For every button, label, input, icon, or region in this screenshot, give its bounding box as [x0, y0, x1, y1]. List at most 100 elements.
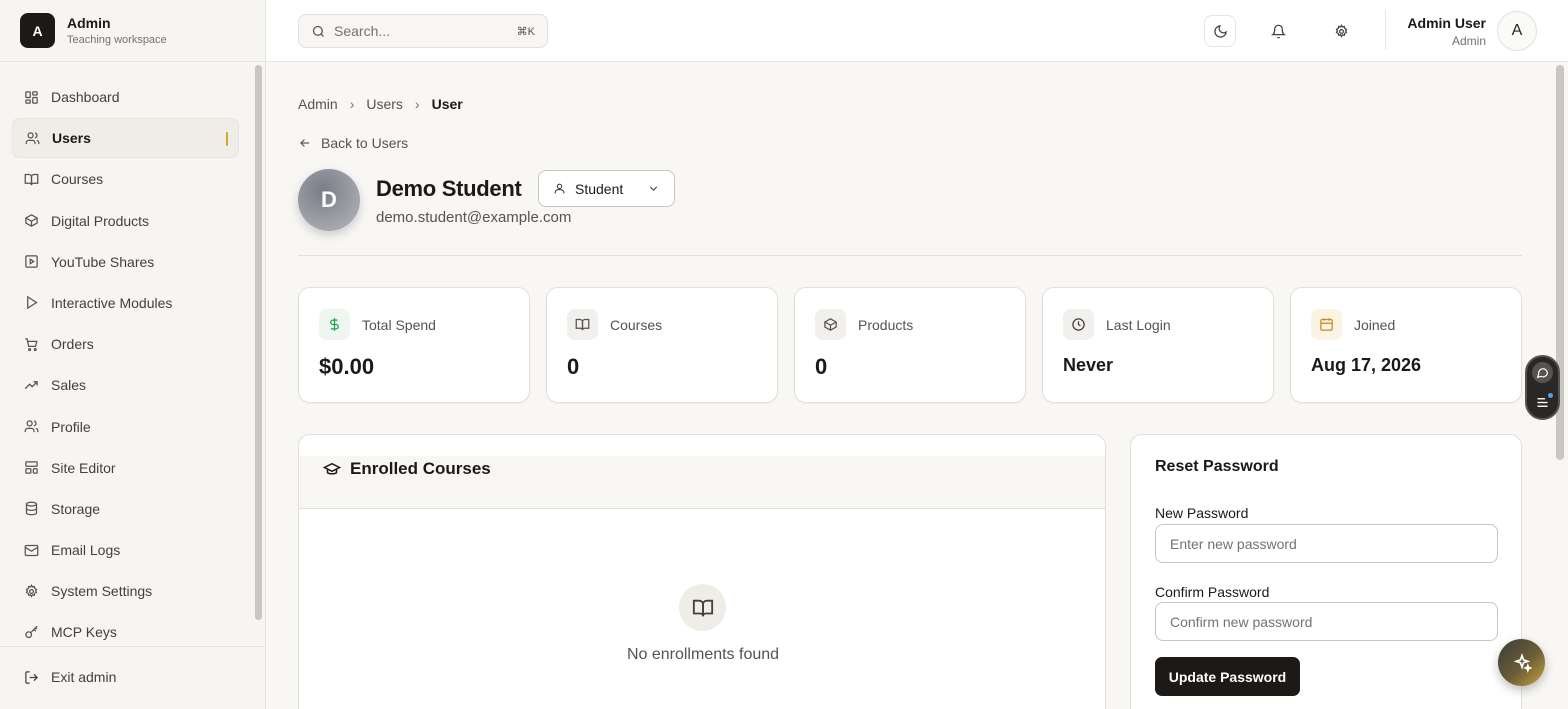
stat-value: $0.00	[319, 354, 375, 379]
arrow-left-icon	[300, 139, 310, 147]
sidebar-item-label: MCP Keys	[51, 624, 117, 641]
breadcrumb-users[interactable]: Users	[366, 96, 403, 112]
sidebar-item-users[interactable]: Users	[12, 118, 239, 159]
sidebar-item-label: Courses	[51, 171, 104, 188]
stat-card-joined: Joined Aug 17, 2026	[1290, 287, 1522, 403]
breadcrumb-admin[interactable]: Admin	[298, 96, 338, 112]
stat-icon-box	[1311, 309, 1342, 340]
profile-avatar: D	[298, 169, 360, 231]
confirm-password-label: Confirm Password	[1155, 584, 1270, 600]
gear-icon	[25, 583, 38, 598]
sidebar-item-sales[interactable]: Sales	[12, 365, 239, 405]
settings-button[interactable]	[1325, 15, 1357, 47]
ai-assistant-button[interactable]	[1498, 639, 1545, 686]
brand-subtitle: Teaching workspace	[67, 34, 167, 46]
stat-label: Last Login	[1106, 317, 1171, 333]
new-password-input[interactable]	[1155, 524, 1498, 563]
exit-admin-label: Exit admin	[51, 669, 117, 685]
sidebar-item-courses[interactable]: Courses	[12, 159, 239, 199]
avatar[interactable]: A	[1497, 11, 1537, 51]
dashboard-icon	[25, 90, 38, 104]
enrolled-courses-title: Enrolled Courses	[323, 459, 491, 479]
stat-value: Never	[1063, 355, 1114, 375]
sidebar-item-label: Interactive Modules	[51, 294, 173, 311]
brand-logo: A	[20, 13, 55, 48]
reset-password-title: Reset Password	[1155, 458, 1279, 475]
search-placeholder: Search...	[334, 23, 391, 39]
gear-icon	[1335, 23, 1347, 38]
user-menu[interactable]: Admin User Admin	[1407, 15, 1486, 48]
stat-card-total-spend: Total Spend $0.00	[298, 287, 530, 403]
stat-value: 0	[567, 354, 580, 379]
exit-admin-button[interactable]: Exit admin	[24, 669, 116, 685]
chat-icon	[1536, 368, 1548, 379]
trending-icon	[24, 380, 38, 389]
sidebar-item-label: YouTube Shares	[51, 253, 155, 270]
sidebar-item-system-settings[interactable]: System Settings	[12, 571, 239, 611]
layout-icon	[25, 461, 38, 474]
sidebar-item-email-logs[interactable]: Email Logs	[12, 530, 239, 570]
bell-icon	[1270, 24, 1286, 38]
sidebar-item-digital-products[interactable]: Digital Products	[12, 201, 239, 241]
sidebar-footer: Exit admin	[0, 646, 265, 709]
active-indicator	[226, 132, 228, 147]
chevron-right-icon: ›	[349, 96, 355, 112]
stat-label: Products	[858, 317, 914, 333]
book-icon	[24, 173, 39, 186]
book-icon	[575, 318, 590, 331]
page-title: Demo Student	[376, 176, 522, 201]
sidebar-item-profile[interactable]: Profile	[12, 407, 239, 447]
cart-icon	[25, 337, 38, 351]
sidebar-scrollbar[interactable]	[255, 65, 262, 620]
sidebar-item-label: Dashboard	[51, 89, 120, 105]
sidebar-item-dashboard[interactable]: Dashboard	[12, 77, 239, 117]
sidebar-item-label: Sales	[51, 377, 87, 394]
chevron-down-icon	[649, 186, 658, 191]
new-password-label: New Password	[1155, 505, 1249, 521]
notifications-button[interactable]	[1262, 15, 1294, 47]
sidebar: A Admin Teaching workspace Dashboard Use…	[0, 0, 266, 709]
sidebar-item-label: Profile	[51, 418, 91, 435]
moon-icon	[1213, 24, 1227, 38]
floating-widget	[1525, 355, 1560, 420]
search-shortcut: ⌘K	[516, 25, 535, 38]
dollar-icon	[330, 318, 339, 331]
sidebar-item-storage[interactable]: Storage	[12, 489, 239, 529]
sidebar-item-site-editor[interactable]: Site Editor	[12, 448, 239, 488]
sidebar-item-label: System Settings	[51, 583, 153, 600]
database-icon	[25, 502, 38, 516]
notification-dot	[1548, 393, 1553, 398]
stat-card-last-login: Last Login Never	[1042, 287, 1274, 403]
sidebar-item-orders[interactable]: Orders	[12, 324, 239, 364]
theme-toggle-button[interactable]	[1204, 15, 1236, 47]
mail-icon	[24, 544, 39, 556]
role-select-value: Student	[575, 180, 624, 197]
clock-icon	[1072, 318, 1085, 331]
sidebar-item-interactive-modules[interactable]: Interactive Modules	[12, 283, 239, 323]
stat-label: Joined	[1354, 317, 1396, 333]
stat-card-products: Products 0	[794, 287, 1026, 403]
profile-email: demo.student@example.com	[376, 209, 572, 226]
package-icon	[25, 214, 38, 227]
search-box[interactable]: Search... ⌘K	[298, 14, 548, 48]
sidebar-item-youtube-shares[interactable]: YouTube Shares	[12, 242, 239, 282]
confirm-password-input[interactable]	[1155, 602, 1498, 641]
stat-icon-box	[319, 309, 350, 340]
video-icon	[25, 255, 38, 268]
chat-button[interactable]	[1532, 362, 1553, 383]
book-open-icon	[679, 584, 726, 631]
brand[interactable]: A Admin Teaching workspace	[0, 0, 265, 62]
user-name: Admin User	[1407, 15, 1486, 31]
stat-value: Aug 17, 2026	[1311, 355, 1422, 375]
sparkles-icon	[1513, 652, 1532, 673]
chevron-right-icon: ›	[414, 96, 420, 112]
header-divider	[1385, 10, 1386, 50]
sidebar-item-label: Storage	[51, 500, 101, 517]
role-select[interactable]: Student	[538, 170, 675, 207]
update-password-button[interactable]: Update Password	[1155, 657, 1300, 696]
sidebar-nav: Dashboard Users Courses Digital Products…	[12, 77, 239, 654]
back-to-users-link[interactable]: Back to Users	[298, 135, 408, 151]
empty-state-text: No enrollments found	[626, 646, 780, 663]
stat-icon-box	[815, 309, 846, 340]
stat-icon-box	[567, 309, 598, 340]
